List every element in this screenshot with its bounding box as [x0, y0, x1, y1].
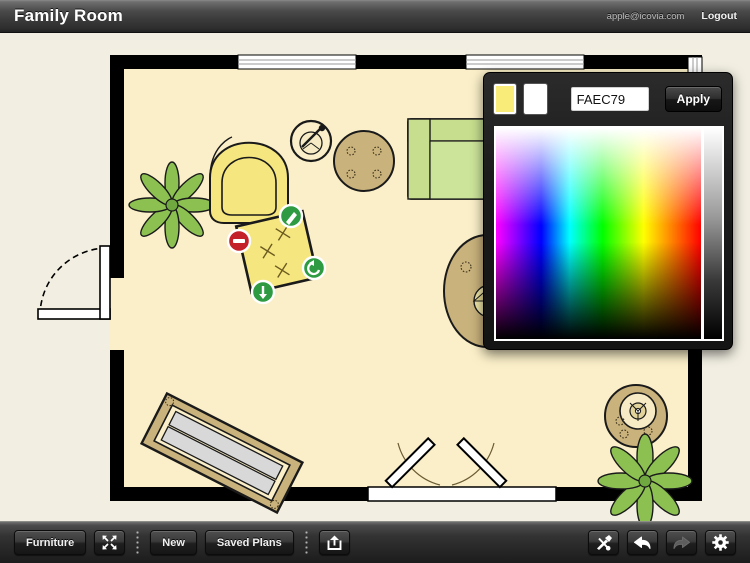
toolbar-separator-2: [304, 529, 308, 556]
hex-color-input[interactable]: [570, 87, 649, 111]
saved-plans-button[interactable]: Saved Plans: [204, 530, 294, 555]
gear-icon: [712, 534, 729, 551]
round-table-top[interactable]: [333, 130, 395, 192]
window-top-right[interactable]: [465, 54, 585, 70]
window-top-left[interactable]: [237, 54, 357, 70]
apply-button[interactable]: Apply: [664, 86, 722, 112]
brightness-strip[interactable]: [704, 128, 722, 339]
logout-link[interactable]: Logout: [701, 10, 737, 22]
color-picker-toolbar: Apply: [494, 83, 722, 115]
window-bottom[interactable]: [367, 486, 557, 502]
page-title: Family Room: [14, 6, 123, 25]
share-export-icon: [327, 535, 342, 550]
undo-arrow-icon: [634, 536, 651, 549]
fullscreen-button[interactable]: [94, 530, 126, 555]
side-table-lamp[interactable]: [604, 384, 668, 448]
delete-handle[interactable]: [226, 228, 252, 254]
rotate-handle[interactable]: [301, 255, 327, 281]
alternate-color-swatch[interactable]: [524, 84, 547, 114]
toolbar-right-group: [588, 530, 736, 555]
saturation-value-area[interactable]: [496, 128, 701, 339]
expand-arrows-icon: [102, 535, 117, 550]
paint-handle[interactable]: [278, 203, 304, 229]
header-right-group: apple@icovia.com Logout: [607, 10, 737, 22]
user-email-label: apple@icovia.com: [606, 10, 685, 22]
redo-button[interactable]: [666, 530, 697, 555]
color-gradient-container[interactable]: [494, 126, 724, 341]
color-picker-panel[interactable]: Apply: [483, 72, 733, 350]
current-color-swatch[interactable]: [494, 84, 517, 114]
resize-handle[interactable]: [250, 279, 276, 305]
settings-button[interactable]: [705, 530, 736, 555]
hammer-screwdriver-icon: [596, 535, 612, 551]
undo-button[interactable]: [627, 530, 658, 555]
share-button[interactable]: [318, 530, 350, 555]
plant-left[interactable]: [128, 161, 216, 249]
redo-arrow-icon: [673, 536, 690, 549]
furniture-button[interactable]: Furniture: [14, 530, 87, 555]
toolbar-separator-1: [136, 529, 140, 556]
floor-lamp[interactable]: [289, 119, 333, 163]
app-header: Family Room apple@icovia.com Logout: [0, 0, 750, 33]
bottom-toolbar: Furniture New Saved Plans: [0, 521, 750, 563]
tools-button[interactable]: [588, 530, 619, 555]
new-plan-button[interactable]: New: [150, 530, 197, 555]
plant-bottom-right[interactable]: [597, 433, 693, 521]
